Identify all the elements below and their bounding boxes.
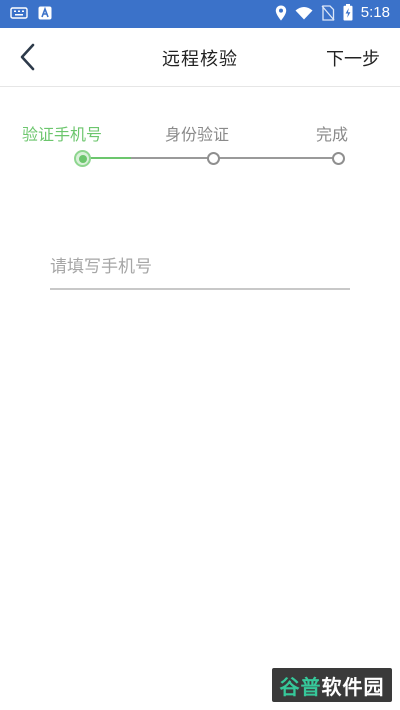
step-connector-progress [89, 157, 131, 159]
nav-bar: 远程核验 下一步 [0, 28, 400, 87]
step-label-identity: 身份验证 [165, 125, 230, 144]
notification-a-icon [38, 6, 52, 20]
status-time: 5:18 [360, 4, 390, 21]
step-label-complete: 完成 [316, 125, 349, 144]
no-sim-icon [321, 4, 335, 21]
watermark-brand-part1: 谷普 [279, 674, 322, 699]
step-label-verify-phone: 验证手机号 [22, 125, 103, 144]
step-connector-2 [219, 157, 335, 159]
step-dot-1-active [74, 150, 91, 167]
next-step-button[interactable]: 下一步 [326, 45, 380, 71]
location-icon [275, 5, 286, 20]
status-bar-right: 5:18 [275, 4, 390, 21]
watermark-logo: 谷普 软件园 [272, 668, 392, 702]
status-bar: 5:18 [0, 0, 400, 28]
keyboard-icon [10, 7, 28, 19]
battery-charging-icon [343, 4, 353, 21]
status-bar-left [10, 6, 52, 20]
step-dot-2 [207, 152, 220, 165]
phone-number-input[interactable] [50, 246, 350, 290]
wifi-icon [295, 6, 313, 19]
step-dot-3 [332, 152, 345, 165]
watermark-brand-part2: 软件园 [321, 674, 385, 699]
